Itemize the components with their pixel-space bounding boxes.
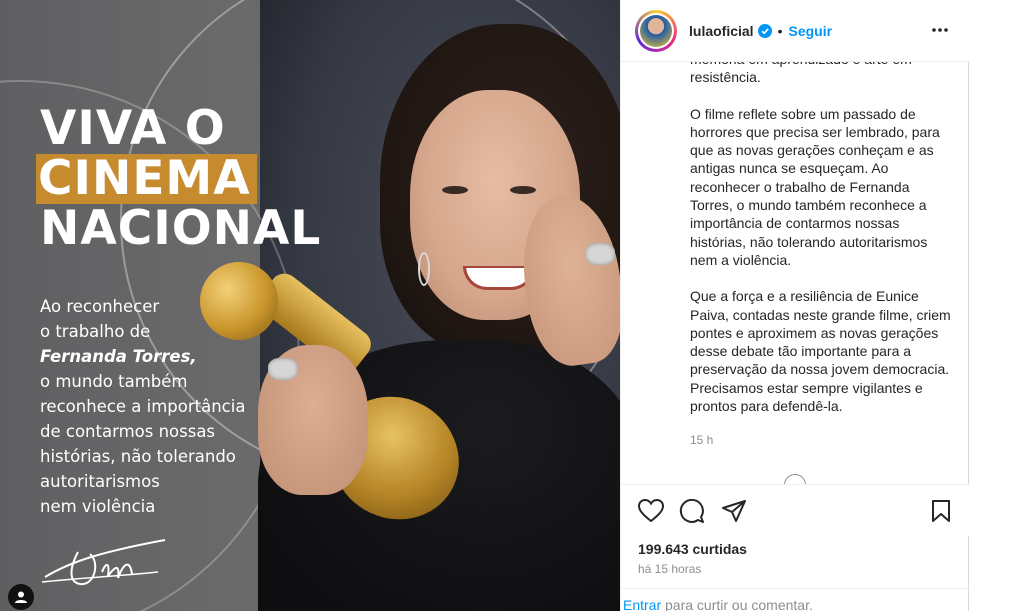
ring [585, 243, 615, 265]
heart-icon[interactable] [637, 497, 665, 525]
headline-line: NACIONAL [40, 201, 322, 256]
post-actions-bar [621, 484, 970, 536]
media-body-text: Ao reconhecer o trabalho de Fernanda Tor… [40, 297, 246, 516]
instagram-post-page: VIVA O CINEMA NACIONAL Ao reconhecer o t… [0, 0, 1033, 611]
follow-button[interactable]: Seguir [788, 23, 832, 39]
headline-line: VIVA O [40, 101, 226, 156]
page-background [969, 0, 1033, 611]
comment-prompt: Entrar para curtir ou comentar. [621, 588, 970, 611]
post-caption: memória em aprendizado e arte em resistê… [690, 50, 952, 455]
bookmark-icon[interactable] [927, 497, 955, 525]
login-link[interactable]: Entrar [623, 597, 661, 611]
post-side-panel: memória em aprendizado e arte em resistê… [620, 0, 970, 611]
earring [418, 252, 430, 286]
post-age[interactable]: há 15 horas [638, 562, 701, 576]
avatar-image [640, 14, 672, 47]
share-icon[interactable] [720, 497, 748, 525]
user-tag-icon[interactable] [8, 584, 34, 610]
likes-count[interactable]: 199.643 curtidas [638, 541, 747, 557]
username-link[interactable]: lulaoficial [689, 23, 754, 39]
comment-prompt-text: para curtir ou comentar. [661, 597, 813, 611]
post-image[interactable]: VIVA O CINEMA NACIONAL Ao reconhecer o t… [0, 0, 620, 611]
signature-logo [41, 539, 166, 586]
post-header: lulaoficial • Seguir [621, 0, 970, 62]
media-headline: VIVA O CINEMA NACIONAL [36, 101, 322, 256]
separator-dot: • [777, 22, 783, 39]
caption-paragraph: O filme reflete sobre um passado de horr… [690, 105, 940, 268]
caption-paragraph: Que a força e a resiliência de Eunice Pa… [690, 288, 951, 415]
comment-icon[interactable] [678, 497, 706, 525]
avatar[interactable] [635, 9, 677, 52]
more-options-icon[interactable] [928, 18, 952, 42]
headline-highlight: CINEMA [36, 154, 257, 204]
verified-badge-icon [757, 23, 772, 38]
caption-timestamp[interactable]: 15 h [690, 433, 713, 447]
